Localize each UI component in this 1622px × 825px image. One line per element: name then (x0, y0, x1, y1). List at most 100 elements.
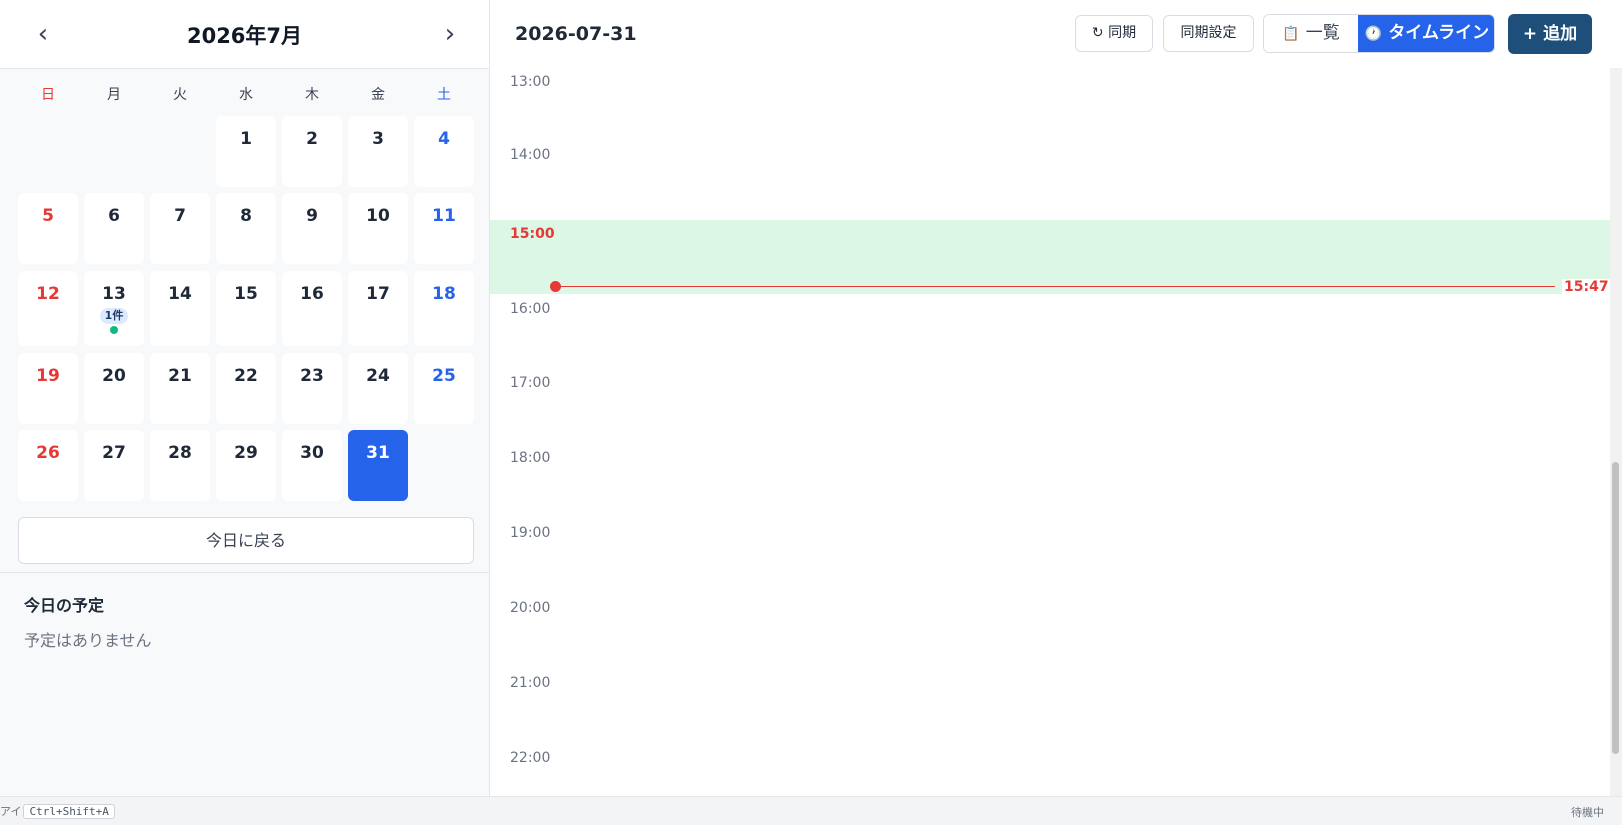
timeline-view[interactable]: 13:00 14:00 15:00 16:00 17:00 18:00 19:0… (490, 68, 1610, 796)
day-number: 9 (306, 206, 318, 226)
day-cell-6[interactable]: 6 (84, 193, 144, 264)
hour-label: 19:00 (510, 525, 551, 541)
day-number: 4 (438, 129, 450, 149)
day-cell-23[interactable]: 23 (282, 353, 342, 424)
day-cell-2[interactable]: 2 (282, 116, 342, 187)
day-cell-29[interactable]: 29 (216, 430, 276, 501)
day-cell-22[interactable]: 22 (216, 353, 276, 424)
sync-button[interactable]: ↻ 同期 (1075, 15, 1153, 52)
day-number: 13 (102, 284, 126, 304)
day-number: 27 (102, 443, 126, 463)
back-to-today-button[interactable]: 今日に戻る (18, 517, 474, 564)
hour-label: 14:00 (510, 147, 551, 163)
day-number: 22 (234, 366, 258, 386)
weekday-mon: 月 (107, 87, 121, 103)
calendar-sidebar: ‹ 2026年7月 › 日 月 火 水 木 金 土 1 2 3 4 5 6 7 … (0, 0, 490, 796)
weekday-sat: 土 (437, 87, 451, 103)
day-cell-24[interactable]: 24 (348, 353, 408, 424)
day-number: 6 (108, 206, 120, 226)
shortcut-hint: Ctrl+Shift+A (23, 804, 115, 819)
day-cell-10[interactable]: 10 (348, 193, 408, 264)
weekday-tue: 火 (173, 87, 187, 103)
day-number: 19 (36, 366, 60, 386)
day-cell-15[interactable]: 15 (216, 271, 276, 346)
day-cell-28[interactable]: 28 (150, 430, 210, 501)
day-number: 2 (306, 129, 318, 149)
day-number: 16 (300, 284, 324, 304)
day-number: 21 (168, 366, 192, 386)
day-cell-4[interactable]: 4 (414, 116, 474, 187)
day-cell-16[interactable]: 16 (282, 271, 342, 346)
hour-label: 17:00 (510, 375, 551, 391)
hour-label: 21:00 (510, 675, 551, 691)
hour-label: 20:00 (510, 600, 551, 616)
day-cell-11[interactable]: 11 (414, 193, 474, 264)
day-number: 18 (432, 284, 456, 304)
weekday-sun: 日 (41, 87, 55, 103)
status-state: 待機中 (1571, 806, 1604, 819)
today-schedule-title: 今日の予定 (24, 596, 105, 615)
day-cell-12[interactable]: 12 (18, 271, 78, 346)
sync-settings-button[interactable]: 同期設定 (1163, 15, 1254, 52)
day-number: 25 (432, 366, 456, 386)
view-list-button[interactable]: 📋 一覧 (1264, 15, 1358, 52)
day-number: 7 (174, 206, 186, 226)
add-event-button[interactable]: + 追加 (1508, 14, 1592, 54)
day-cell-25[interactable]: 25 (414, 353, 474, 424)
day-number: 14 (168, 284, 192, 304)
day-cell-17[interactable]: 17 (348, 271, 408, 346)
status-left-text: アイ (0, 805, 22, 818)
sidebar-divider (0, 572, 489, 573)
timeline-scrollbar-thumb[interactable] (1612, 462, 1619, 754)
current-hour-band (490, 220, 1610, 294)
next-month-button[interactable]: › (435, 20, 465, 50)
day-cell-5[interactable]: 5 (18, 193, 78, 264)
day-cell-14[interactable]: 14 (150, 271, 210, 346)
weekday-thu: 木 (305, 87, 319, 103)
weekday-wed: 水 (239, 87, 253, 103)
day-cell-9[interactable]: 9 (282, 193, 342, 264)
day-number: 31 (366, 443, 390, 463)
weekday-fri: 金 (371, 87, 385, 103)
hour-label: 16:00 (510, 301, 551, 317)
day-number: 8 (240, 206, 252, 226)
hour-label: 13:00 (510, 74, 551, 90)
day-cell-7[interactable]: 7 (150, 193, 210, 264)
day-cell-20[interactable]: 20 (84, 353, 144, 424)
day-number: 5 (42, 206, 54, 226)
day-number: 10 (366, 206, 390, 226)
event-count-badge: 1件 (99, 308, 129, 324)
clipboard-icon: 📋 (1282, 26, 1300, 42)
day-number: 3 (372, 129, 384, 149)
calendar-header: ‹ 2026年7月 › (0, 0, 489, 69)
day-number: 23 (300, 366, 324, 386)
hour-label-current: 15:00 (510, 226, 555, 242)
today-schedule-empty: 予定はありません (24, 631, 152, 650)
day-cell-26[interactable]: 26 (18, 430, 78, 501)
selected-date-title: 2026-07-31 (515, 23, 637, 45)
hour-label: 22:00 (510, 750, 551, 766)
day-cell-13[interactable]: 13 1件 (84, 271, 144, 346)
day-cell-8[interactable]: 8 (216, 193, 276, 264)
day-number: 26 (36, 443, 60, 463)
view-timeline-button[interactable]: 🕐 タイムライン (1358, 15, 1494, 52)
day-cell-31-selected[interactable]: 31 (348, 430, 408, 501)
day-number: 28 (168, 443, 192, 463)
day-cell-1[interactable]: 1 (216, 116, 276, 187)
view-toggle: 📋 一覧 🕐 タイムライン (1263, 14, 1495, 53)
day-cell-30[interactable]: 30 (282, 430, 342, 501)
day-number: 11 (432, 206, 456, 226)
day-number: 15 (234, 284, 258, 304)
day-cell-18[interactable]: 18 (414, 271, 474, 346)
day-cell-27[interactable]: 27 (84, 430, 144, 501)
day-number: 12 (36, 284, 60, 304)
day-cell-3[interactable]: 3 (348, 116, 408, 187)
day-number: 1 (240, 129, 252, 149)
day-cell-21[interactable]: 21 (150, 353, 210, 424)
day-number: 30 (300, 443, 324, 463)
event-dot (110, 326, 118, 334)
day-cell-19[interactable]: 19 (18, 353, 78, 424)
day-number: 17 (366, 284, 390, 304)
clock-icon: 🕐 (1364, 26, 1383, 42)
hour-label: 18:00 (510, 450, 551, 466)
